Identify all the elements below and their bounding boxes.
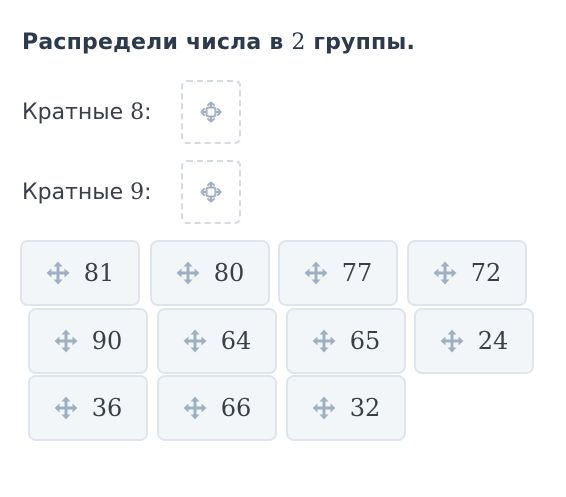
move-arrows-icon	[312, 329, 336, 353]
tile-value: 32	[349, 394, 381, 422]
tile-value: 64	[220, 327, 252, 355]
drop-target-icon	[200, 181, 222, 203]
tile-value: 81	[83, 259, 115, 287]
number-tile-24[interactable]: 24	[414, 308, 534, 374]
move-arrows-icon	[183, 329, 207, 353]
dropzone-multiples-of-9[interactable]	[181, 160, 241, 224]
number-tile-80[interactable]: 80	[150, 240, 270, 306]
title-text-after: группы.	[305, 30, 416, 55]
number-tile-72[interactable]: 72	[407, 240, 527, 306]
tile-value: 36	[91, 394, 123, 422]
number-tile-36[interactable]: 36	[28, 375, 148, 441]
drop-target-icon	[200, 101, 222, 123]
tile-value: 24	[477, 327, 509, 355]
title-number: 2	[291, 30, 306, 55]
number-tile-90[interactable]: 90	[28, 308, 148, 374]
number-tile-65[interactable]: 65	[286, 308, 406, 374]
move-arrows-icon	[440, 329, 464, 353]
move-arrows-icon	[46, 261, 70, 285]
group-row-multiples-of-8: Кратные 8:	[22, 78, 241, 146]
tile-value: 90	[91, 327, 123, 355]
tile-value: 65	[349, 327, 381, 355]
move-arrows-icon	[54, 396, 78, 420]
title-text-before: Распредели числа в	[22, 30, 292, 55]
tile-value: 66	[220, 394, 252, 422]
move-arrows-icon	[176, 261, 200, 285]
number-tile-81[interactable]: 81	[20, 240, 140, 306]
tile-value: 77	[341, 259, 373, 287]
move-arrows-icon	[312, 396, 336, 420]
tile-value: 80	[213, 259, 245, 287]
move-arrows-icon	[304, 261, 328, 285]
number-tile-32[interactable]: 32	[286, 375, 406, 441]
task-title: Распредели числа в 2 группы.	[22, 30, 415, 55]
group-label-multiples-of-8: Кратные 8:	[22, 99, 152, 125]
tile-value: 72	[470, 259, 502, 287]
group-row-multiples-of-9: Кратные 9:	[22, 158, 241, 226]
number-tile-66[interactable]: 66	[157, 375, 277, 441]
move-arrows-icon	[54, 329, 78, 353]
move-arrows-icon	[183, 396, 207, 420]
number-tile-64[interactable]: 64	[157, 308, 277, 374]
dropzone-multiples-of-8[interactable]	[181, 80, 241, 144]
group-label-multiples-of-9: Кратные 9:	[22, 179, 152, 205]
number-tile-77[interactable]: 77	[278, 240, 398, 306]
move-arrows-icon	[433, 261, 457, 285]
